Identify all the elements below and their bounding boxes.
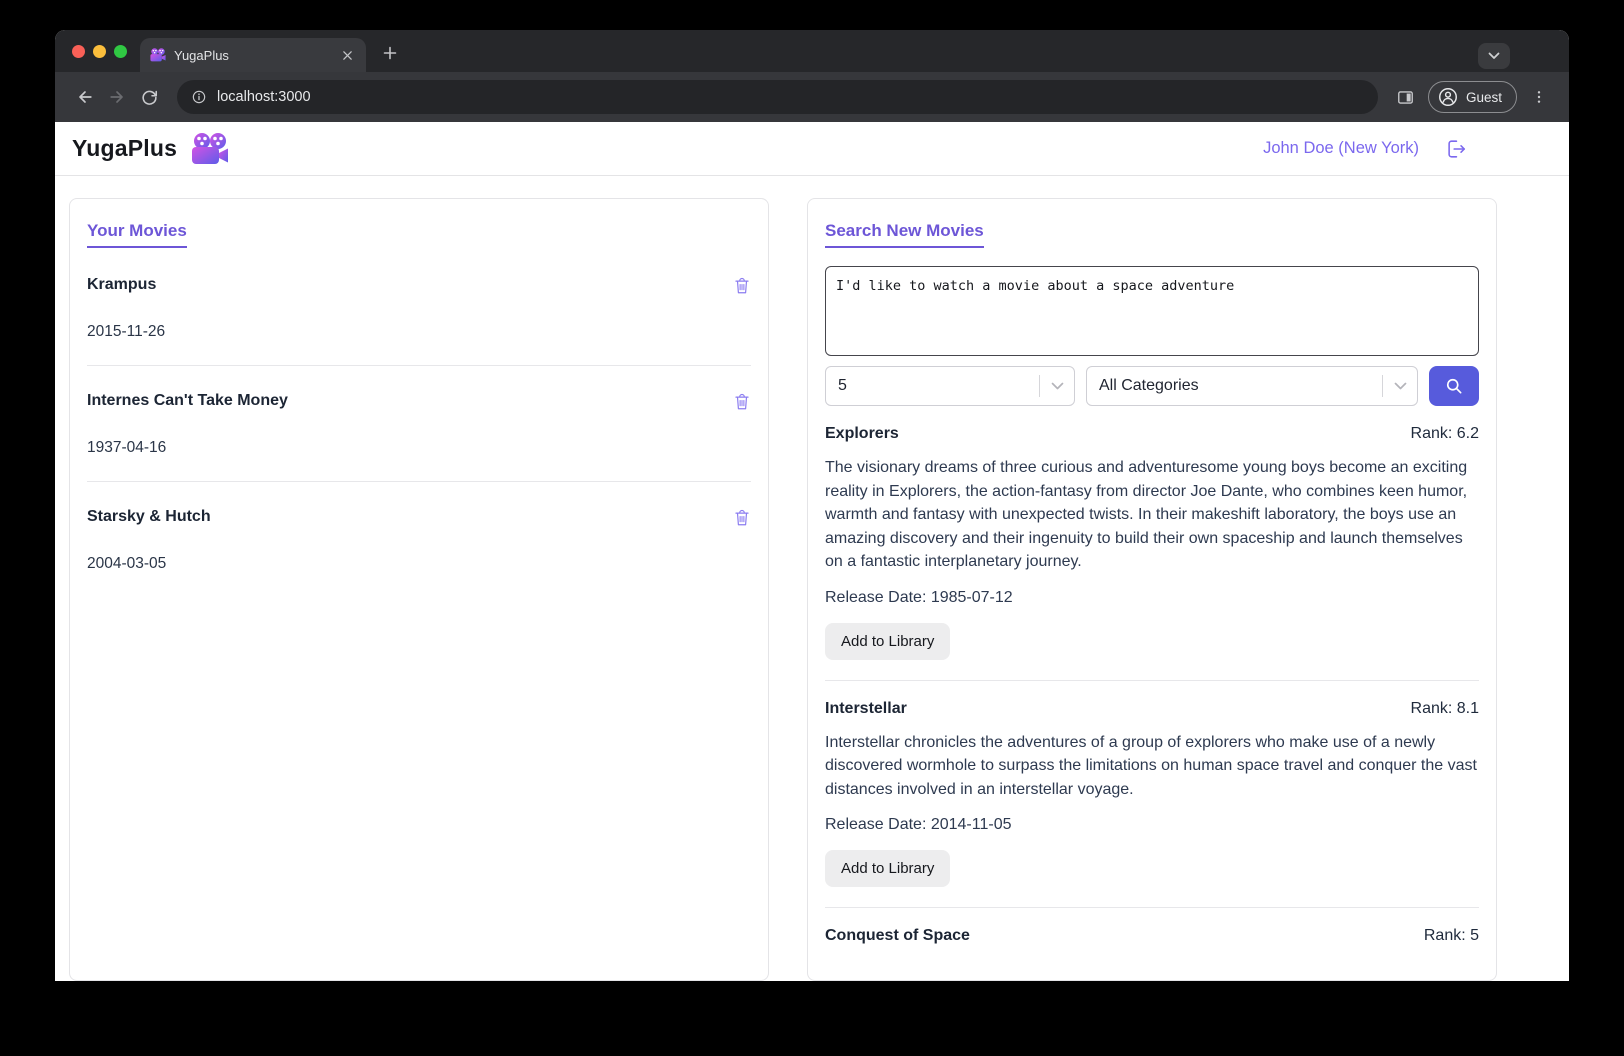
- chevron-down-icon: [1051, 382, 1064, 391]
- profile-button[interactable]: Guest: [1428, 81, 1517, 113]
- library-movie-row: Krampus 2015-11-26: [87, 250, 751, 366]
- browser-menu-button[interactable]: [1523, 81, 1555, 113]
- movie-title: Internes Can't Take Money: [87, 392, 288, 410]
- new-tab-button[interactable]: [377, 40, 403, 66]
- result-rank: Rank: 6.2: [1411, 425, 1479, 443]
- app-brand: YugaPlus: [72, 135, 177, 162]
- result-rank: Rank: 5: [1424, 927, 1479, 945]
- user-avatar-icon: [1437, 86, 1459, 108]
- reload-icon: [140, 88, 159, 107]
- kebab-menu-icon: [1531, 89, 1547, 105]
- app-header: YugaPlus John Doe (New York): [55, 122, 1569, 176]
- results-limit-value: 5: [838, 377, 1039, 395]
- search-icon: [1444, 376, 1464, 396]
- reload-button[interactable]: [133, 81, 165, 113]
- back-icon: [75, 87, 95, 107]
- delete-movie-button[interactable]: [733, 276, 751, 296]
- search-new-movies-panel: Search New Movies I'd like to watch a mo…: [807, 198, 1497, 981]
- search-result-row: Interstellar Rank: 8.1 Interstellar chro…: [825, 681, 1479, 909]
- search-new-movies-title: Search New Movies: [825, 221, 984, 248]
- category-select[interactable]: All Categories: [1086, 366, 1418, 406]
- traffic-light-close-button[interactable]: [72, 45, 85, 58]
- browser-toolbar: localhost:3000 Guest: [55, 72, 1569, 122]
- tab-strip: YugaPlus: [55, 30, 1569, 72]
- url-text: localhost:3000: [217, 89, 311, 105]
- tab-list-menu-button[interactable]: [1478, 43, 1510, 69]
- your-movies-panel: Your Movies Krampus 20: [69, 198, 769, 981]
- result-release-date: Release Date: 2014-11-05: [825, 816, 1479, 834]
- browser-tab-yugaplus[interactable]: YugaPlus: [140, 38, 366, 72]
- url-bar[interactable]: localhost:3000: [177, 80, 1378, 114]
- library-movie-row: Starsky & Hutch 2004-03-05: [87, 482, 751, 597]
- library-movie-row: Internes Can't Take Money 1937-04-16: [87, 366, 751, 482]
- movie-release-date: 2015-11-26: [87, 323, 751, 341]
- movie-release-date: 2004-03-05: [87, 555, 751, 573]
- side-panel-button[interactable]: [1390, 81, 1422, 113]
- search-button[interactable]: [1429, 366, 1479, 406]
- movie-title: Starsky & Hutch: [87, 508, 211, 526]
- delete-movie-button[interactable]: [733, 392, 751, 412]
- add-to-library-button[interactable]: Add to Library: [825, 850, 950, 887]
- chevron-down-icon: [1488, 52, 1500, 60]
- results-limit-select[interactable]: 5: [825, 366, 1075, 406]
- trash-icon: [733, 276, 751, 296]
- trash-icon: [733, 508, 751, 528]
- movie-release-date: 1937-04-16: [87, 439, 751, 457]
- your-movies-title: Your Movies: [87, 221, 187, 248]
- result-title: Interstellar: [825, 700, 907, 718]
- forward-icon: [107, 87, 127, 107]
- search-query-input[interactable]: I'd like to watch a movie about a space …: [825, 266, 1479, 356]
- chevron-down-icon: [1394, 382, 1407, 391]
- tab-title: YugaPlus: [174, 48, 330, 63]
- traffic-light-minimize-button[interactable]: [93, 45, 106, 58]
- result-title: Conquest of Space: [825, 927, 970, 945]
- info-icon[interactable]: [191, 89, 207, 105]
- search-result-row: Conquest of Space Rank: 5: [825, 908, 1479, 965]
- favicon-movie-camera-icon: [150, 48, 166, 62]
- trash-icon: [733, 392, 751, 412]
- browser-window: YugaPlus: [55, 30, 1569, 981]
- add-to-library-button[interactable]: Add to Library: [825, 623, 950, 660]
- category-value: All Categories: [1099, 377, 1382, 395]
- result-rank: Rank: 8.1: [1411, 700, 1479, 718]
- search-controls: 5 All Categories: [825, 366, 1479, 406]
- traffic-light-zoom-button[interactable]: [114, 45, 127, 58]
- result-description: Interstellar chronicles the adventures o…: [825, 731, 1479, 802]
- movie-title: Krampus: [87, 276, 156, 294]
- forward-button[interactable]: [101, 81, 133, 113]
- profile-label: Guest: [1466, 90, 1502, 105]
- new-tab-icon: [383, 46, 397, 60]
- result-description: The visionary dreams of three curious an…: [825, 456, 1479, 574]
- side-panel-icon: [1396, 88, 1415, 107]
- traffic-lights: [72, 45, 127, 58]
- logout-icon: [1445, 138, 1467, 160]
- result-release-date: Release Date: 1985-07-12: [825, 589, 1479, 607]
- user-profile-link[interactable]: John Doe (New York): [1263, 139, 1419, 158]
- result-title: Explorers: [825, 425, 899, 443]
- main-content: Your Movies Krampus 20: [55, 176, 1569, 981]
- screenshot-background: YugaPlus: [0, 0, 1624, 1056]
- close-tab-icon[interactable]: [338, 46, 356, 64]
- logout-button[interactable]: [1445, 138, 1467, 160]
- movie-camera-logo-icon: [191, 133, 229, 165]
- back-button[interactable]: [69, 81, 101, 113]
- delete-movie-button[interactable]: [733, 508, 751, 528]
- search-result-row: Explorers Rank: 6.2 The visionary dreams…: [825, 406, 1479, 681]
